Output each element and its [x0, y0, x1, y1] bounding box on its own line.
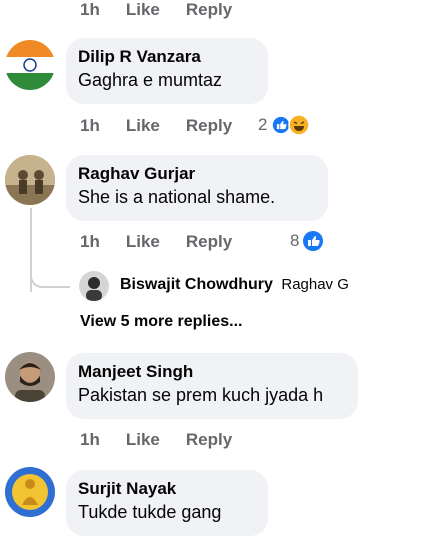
- comment-bubble: Manjeet Singh Pakistan se prem kuch jyad…: [66, 353, 358, 419]
- comment-text: Gaghra e mumtaz: [78, 70, 223, 90]
- reply-snippet: Raghav G: [281, 276, 349, 293]
- comment-text: She is a national shame.: [78, 187, 276, 207]
- photo-avatar-image: [5, 352, 55, 402]
- comment-actions-top: 1h Like Reply: [80, 0, 232, 20]
- reply-author[interactable]: Biswajit Chowdhury: [120, 276, 273, 293]
- photo-avatar-image: [5, 155, 55, 205]
- comment-author[interactable]: Dilip R Vanzara: [78, 46, 256, 68]
- comment-author[interactable]: Surjit Nayak: [78, 478, 256, 500]
- comment-bubble: Dilip R Vanzara Gaghra e mumtaz: [66, 38, 268, 104]
- reply-button[interactable]: Reply: [186, 0, 232, 20]
- comment-text: Tukde tukde gang: [78, 502, 222, 522]
- avatar[interactable]: [5, 155, 55, 205]
- photo-avatar-image: [79, 271, 109, 301]
- like-icon: [303, 231, 324, 251]
- avatar[interactable]: [5, 352, 55, 402]
- reply-avatar[interactable]: [79, 271, 109, 301]
- comment-bubble: Raghav Gurjar She is a national shame.: [66, 155, 328, 221]
- reaction-count: 2: [258, 115, 268, 134]
- comment-bubble: Surjit Nayak Tukde tukde gang: [66, 470, 268, 536]
- avatar[interactable]: [5, 467, 55, 517]
- view-more-replies-link[interactable]: View 5 more replies...: [80, 313, 242, 331]
- flag-avatar-image: [5, 40, 55, 90]
- reaction-count: 8: [290, 231, 300, 250]
- comment-author[interactable]: Raghav Gurjar: [78, 163, 316, 185]
- reaction-summary[interactable]: 8: [290, 230, 324, 252]
- like-button[interactable]: Like: [126, 0, 160, 20]
- photo-avatar-image: [5, 467, 55, 517]
- reaction-summary[interactable]: 2: [258, 114, 311, 136]
- comment-author[interactable]: Manjeet Singh: [78, 361, 346, 383]
- comment-time[interactable]: 1h: [80, 232, 100, 252]
- like-button[interactable]: Like: [126, 430, 160, 450]
- comment-actions: 1h Like Reply: [80, 430, 232, 450]
- reply-preview[interactable]: Biswajit Chowdhury Raghav G: [120, 276, 360, 294]
- comment-time[interactable]: 1h: [80, 0, 100, 20]
- comment-time[interactable]: 1h: [80, 430, 100, 450]
- thread-connector: [30, 268, 70, 288]
- comment-actions: 1h Like Reply: [80, 116, 232, 136]
- like-button[interactable]: Like: [126, 116, 160, 136]
- reply-button[interactable]: Reply: [186, 430, 232, 450]
- reply-button[interactable]: Reply: [186, 232, 232, 252]
- like-button[interactable]: Like: [126, 232, 160, 252]
- comment-actions: 1h Like Reply: [80, 232, 232, 252]
- comment-time[interactable]: 1h: [80, 116, 100, 136]
- haha-icon: [288, 114, 311, 136]
- reply-button[interactable]: Reply: [186, 116, 232, 136]
- comment-text: Pakistan se prem kuch jyada h: [78, 385, 324, 405]
- avatar[interactable]: [5, 40, 55, 90]
